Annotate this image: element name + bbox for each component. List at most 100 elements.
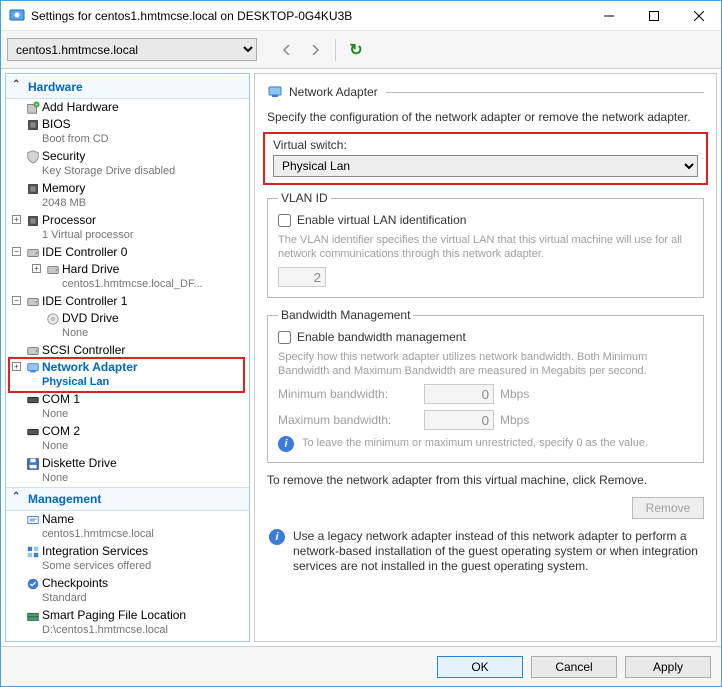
tree-sublabel: Standard <box>42 591 245 606</box>
window-title: Settings for centos1.hmtmcse.local on DE… <box>31 9 586 23</box>
tree-sublabel: None <box>42 471 245 486</box>
maximize-button[interactable] <box>631 1 676 30</box>
back-button[interactable] <box>275 38 299 62</box>
max-bw-label: Maximum bandwidth: <box>278 413 418 427</box>
refresh-button[interactable]: ↻ <box>344 38 368 62</box>
legacy-text: Use a legacy network adapter instead of … <box>293 529 702 574</box>
vlan-enable-checkbox[interactable]: Enable virtual LAN identification <box>278 213 693 227</box>
sidebar-item-hard-drive[interactable]: +Hard Drivecentos1.hmtmcse.local_DF... <box>6 261 249 293</box>
sidebar-item-add-hardware[interactable]: + Add Hardware <box>6 99 249 116</box>
tree-sublabel: Some services offered <box>42 559 245 574</box>
sidebar-item-diskette-drive[interactable]: Diskette DriveNone <box>6 455 249 487</box>
minimize-button[interactable] <box>586 1 631 30</box>
tree-icon <box>46 312 60 326</box>
body: ⌃Hardware + Add Hardware BIOSBoot from CDSe… <box>1 69 721 646</box>
content-heading: Network Adapter <box>289 85 378 99</box>
tree-sublabel: None <box>42 407 245 422</box>
bandwidth-info-text: To leave the minimum or maximum unrestri… <box>302 436 648 450</box>
settings-window: Settings for centos1.hmtmcse.local on DE… <box>0 0 722 687</box>
tree-sublabel: None <box>42 439 245 454</box>
virtual-switch-select[interactable]: Physical Lan <box>273 155 698 177</box>
cancel-button[interactable]: Cancel <box>531 656 617 678</box>
toolbar: centos1.hmtmcse.local ↻ <box>1 31 721 69</box>
sidebar-item-processor[interactable]: +Processor1 Virtual processor <box>6 212 249 244</box>
tree-label: Diskette Drive <box>42 456 117 470</box>
sidebar-section-management[interactable]: ⌃Management <box>6 487 249 511</box>
tree-label: COM 1 <box>42 392 80 406</box>
min-bw-input <box>424 384 494 404</box>
sidebar-item-memory[interactable]: Memory2048 MB <box>6 180 249 212</box>
titlebar: Settings for centos1.hmtmcse.local on DE… <box>1 1 721 31</box>
content-header: Network Adapter <box>267 84 704 100</box>
expand-icon[interactable]: − <box>12 296 21 305</box>
sidebar-item-checkpoints[interactable]: CheckpointsStandard <box>6 575 249 607</box>
tree-label: IDE Controller 0 <box>42 245 127 259</box>
sidebar-item-smart-paging-file-location[interactable]: Smart Paging File LocationD:\centos1.hmt… <box>6 607 249 639</box>
sidebar-item-ide-controller-0[interactable]: − IDE Controller 0 <box>6 244 249 261</box>
tree-icon <box>26 344 40 358</box>
vlan-enable-input[interactable] <box>278 214 291 227</box>
bandwidth-enable-text: Enable bandwidth management <box>297 330 466 344</box>
forward-button[interactable] <box>303 38 327 62</box>
tree-icon <box>26 545 40 559</box>
bandwidth-info: i To leave the minimum or maximum unrest… <box>278 436 693 452</box>
tree-sublabel: Physical Lan <box>42 375 245 390</box>
bandwidth-enable-checkbox[interactable]: Enable bandwidth management <box>278 330 693 344</box>
apply-button[interactable]: Apply <box>625 656 711 678</box>
tree-sublabel: 2048 MB <box>42 196 245 211</box>
sidebar-item-com-2[interactable]: COM 2None <box>6 423 249 455</box>
tree-label: Add Hardware <box>42 100 119 114</box>
chevron-icon: ⌃ <box>12 79 20 90</box>
tree-sublabel: None <box>62 326 245 341</box>
sidebar-item-network-adapter[interactable]: +Network AdapterPhysical Lan <box>6 359 249 391</box>
tree-icon <box>26 150 40 164</box>
sidebar-item-name[interactable]: Namecentos1.hmtmcse.local <box>6 511 249 543</box>
bandwidth-fieldset: Bandwidth Management Enable bandwidth ma… <box>267 308 704 463</box>
sidebar-item-security[interactable]: SecurityKey Storage Drive disabled <box>6 148 249 180</box>
expand-icon[interactable]: + <box>32 264 41 273</box>
tree-sublabel: Key Storage Drive disabled <box>42 164 245 179</box>
bandwidth-hint: Specify how this network adapter utilize… <box>278 350 693 378</box>
vlan-id-input <box>278 267 326 287</box>
tree-label: IDE Controller 1 <box>42 294 127 308</box>
network-adapter-icon <box>267 84 283 100</box>
chevron-icon: ⌃ <box>12 491 20 502</box>
min-bw-label: Minimum bandwidth: <box>278 387 418 401</box>
content-pane: Network Adapter Specify the configuratio… <box>254 73 717 642</box>
svg-text:+: + <box>35 102 38 108</box>
tree-label: DVD Drive <box>62 311 119 325</box>
tree-label: Memory <box>42 181 85 195</box>
ok-button[interactable]: OK <box>437 656 523 678</box>
window-controls <box>586 1 721 30</box>
vm-selector[interactable]: centos1.hmtmcse.local <box>7 38 257 61</box>
sidebar-item-dvd-drive[interactable]: DVD DriveNone <box>6 310 249 342</box>
sidebar-item-bios[interactable]: BIOSBoot from CD <box>6 116 249 148</box>
sidebar-item-ide-controller-1[interactable]: − IDE Controller 1 <box>6 293 249 310</box>
sidebar-item-com-1[interactable]: COM 1None <box>6 391 249 423</box>
tree-label: SCSI Controller <box>42 343 125 357</box>
tree-icon <box>26 457 40 471</box>
tree-icon <box>26 393 40 407</box>
sidebar-section-hardware[interactable]: ⌃Hardware <box>6 76 249 99</box>
tree-icon <box>46 263 60 277</box>
tree-icon <box>26 214 40 228</box>
remove-text: To remove the network adapter from this … <box>267 473 704 487</box>
sidebar-tree[interactable]: ⌃Hardware + Add Hardware BIOSBoot from CDSe… <box>5 73 250 642</box>
bandwidth-legend: Bandwidth Management <box>278 308 413 322</box>
bandwidth-enable-input[interactable] <box>278 331 291 344</box>
expand-icon[interactable]: + <box>12 215 21 224</box>
tree-icon <box>26 577 40 591</box>
close-button[interactable] <box>676 1 721 30</box>
expand-icon[interactable]: + <box>12 362 21 371</box>
tree-icon <box>26 118 40 132</box>
expand-icon[interactable]: − <box>12 247 21 256</box>
vlan-legend: VLAN ID <box>278 191 331 205</box>
info-icon: i <box>269 529 285 545</box>
tree-label: Name <box>42 512 74 526</box>
sidebar-item-scsi-controller[interactable]: SCSI Controller <box>6 342 249 359</box>
tree-sublabel: Boot from CD <box>42 132 245 147</box>
vlan-hint: The VLAN identifier specifies the virtua… <box>278 233 693 261</box>
tree-icon <box>26 425 40 439</box>
tree-icon <box>26 182 40 196</box>
sidebar-item-integration-services[interactable]: Integration ServicesSome services offere… <box>6 543 249 575</box>
